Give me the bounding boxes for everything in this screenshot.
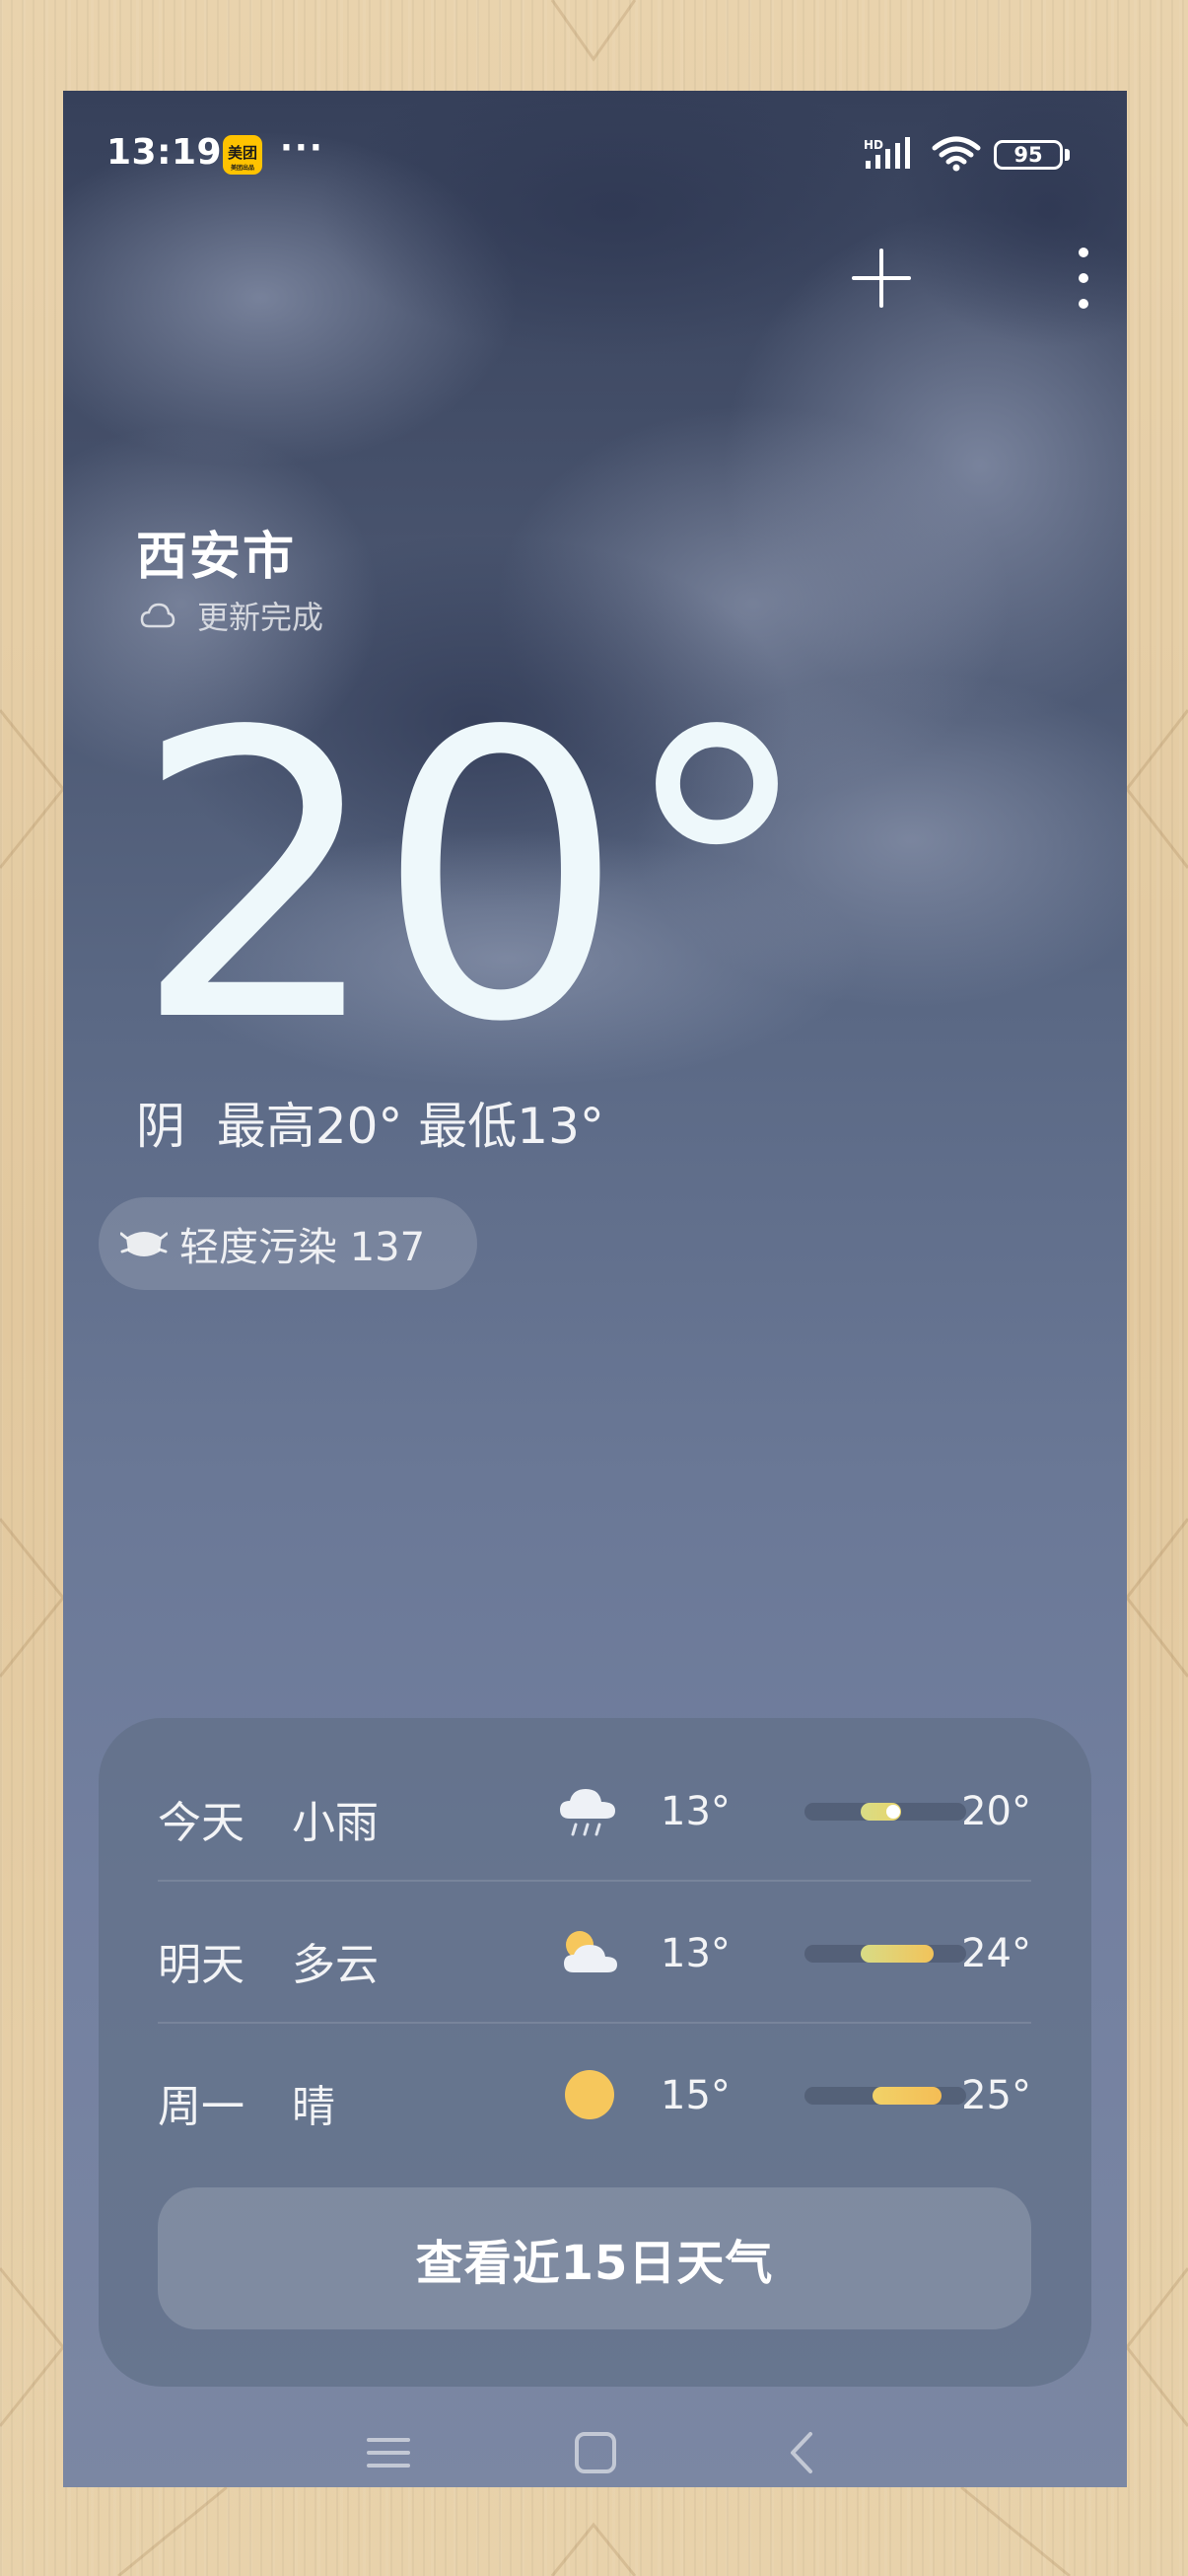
- light-rain-icon: [560, 1789, 615, 1836]
- home-nav-button[interactable]: [556, 2418, 635, 2487]
- menu-nav-button[interactable]: [349, 2418, 428, 2487]
- weather-screen: 13:19 美团 美团出品 ··· HD 95 西安市 更新完成 20° 阴 最…: [63, 91, 1127, 2487]
- notification-overflow-icon: ···: [280, 128, 324, 168]
- back-nav-button[interactable]: [763, 2418, 842, 2487]
- sun-icon: [565, 2070, 614, 2119]
- status-time: 13:19: [106, 132, 223, 173]
- forecast-condition: 小雨: [292, 1798, 379, 1848]
- view-15-day-forecast-button[interactable]: 查看近15日天气: [158, 2187, 1031, 2329]
- battery-tip: [1065, 149, 1070, 161]
- more-options-button[interactable]: [1049, 239, 1118, 318]
- forecast-high: 20°: [961, 1789, 1031, 1834]
- forecast-row-monday[interactable]: 周一 晴 15° 25°: [158, 2024, 1031, 2166]
- city-name[interactable]: 西安市: [136, 515, 296, 589]
- forecast-condition: 晴: [292, 2082, 335, 2132]
- add-city-button[interactable]: [842, 239, 921, 318]
- menu-icon: [367, 2438, 410, 2468]
- air-quality-pill[interactable]: 轻度污染 137: [99, 1197, 477, 1290]
- app-badge-sublabel: 美团出品: [230, 165, 254, 172]
- plus-icon: [852, 249, 911, 308]
- mask-icon: [120, 1232, 168, 1256]
- partly-cloudy-icon: [564, 1931, 617, 1972]
- status-bar: 13:19 美团 美团出品 ··· HD 95: [63, 91, 1127, 175]
- forecast-day: 周一: [158, 2082, 245, 2132]
- cloud-outline-icon: [140, 603, 175, 628]
- view-15-day-forecast-label: 查看近15日天气: [158, 2187, 1031, 2329]
- back-chevron-icon: [791, 2432, 812, 2473]
- update-status: 更新完成: [140, 596, 324, 636]
- forecast-high: 24°: [961, 1931, 1031, 1976]
- temperature-range-bar: [804, 1803, 966, 1821]
- temperature-range-bar: [804, 2087, 966, 2105]
- battery-indicator: 95: [994, 140, 1063, 170]
- forecast-row-tomorrow[interactable]: 明天 多云 13° 24°: [158, 1882, 1031, 2024]
- forecast-low: 13°: [661, 1789, 731, 1834]
- current-summary: 阴 最高20° 最低13°: [136, 1098, 604, 1155]
- forecast-row-today[interactable]: 今天 小雨 13° 20°: [158, 1740, 1031, 1882]
- forecast-high: 25°: [961, 2073, 1031, 2118]
- air-quality-label: 轻度污染 137: [179, 1225, 426, 1270]
- temperature-range-fill: [872, 2087, 943, 2105]
- meituan-app-icon: 美团 美团出品: [223, 135, 262, 175]
- more-vertical-icon: [1079, 248, 1088, 309]
- forecast-condition: 多云: [292, 1940, 379, 1990]
- forecast-low: 13°: [661, 1931, 731, 1976]
- forecast-day: 今天: [158, 1798, 245, 1848]
- current-temperature: 20°: [132, 650, 815, 1109]
- home-square-icon: [575, 2432, 616, 2473]
- forecast-day: 明天: [158, 1940, 245, 1990]
- temperature-range-fill: [861, 1945, 935, 1963]
- update-status-text: 更新完成: [197, 599, 324, 636]
- cellular-signal-icon: HD: [864, 137, 910, 169]
- network-hd-label: HD: [864, 138, 883, 152]
- wifi-icon: [932, 136, 981, 172]
- app-badge-label: 美团: [227, 144, 257, 162]
- forecast-low: 15°: [661, 2073, 731, 2118]
- temperature-range-bar: [804, 1945, 966, 1963]
